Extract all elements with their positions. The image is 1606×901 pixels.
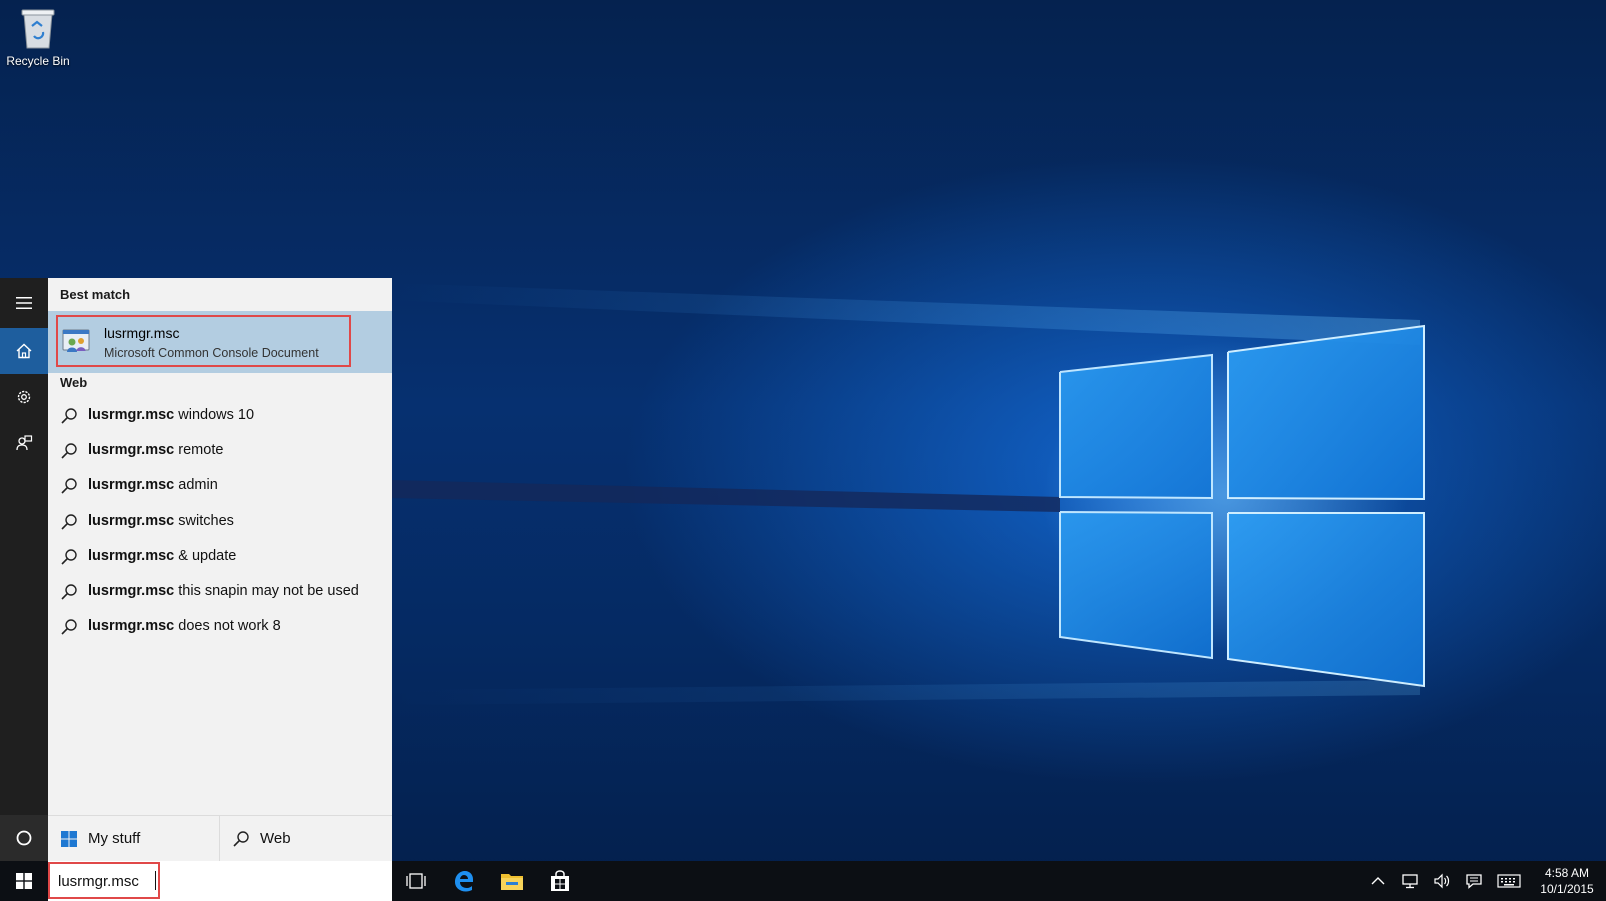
cortana-circle-icon: [16, 830, 32, 846]
web-suggestion-item[interactable]: lusrmgr.msc & update: [48, 539, 392, 575]
action-center-icon: [1466, 874, 1482, 889]
task-view-button[interactable]: [392, 861, 440, 901]
taskbar-clock[interactable]: 4:58 AM 10/1/2015: [1532, 865, 1602, 897]
network-icon: [1402, 874, 1418, 889]
suggestion-query: lusrmgr.msc: [88, 407, 175, 423]
gear-icon: [17, 390, 31, 404]
volume-icon: [1434, 873, 1450, 889]
settings-button[interactable]: [0, 374, 48, 420]
hamburger-menu-icon: [16, 297, 32, 309]
taskbar: 4:58 AM 10/1/2015: [0, 861, 1606, 901]
web-scope-label: Web: [260, 830, 291, 847]
web-suggestion-item[interactable]: lusrmgr.msc switches: [48, 504, 392, 540]
windows-logo-icon: [61, 831, 77, 847]
suggestion-completion: remote: [174, 442, 224, 459]
show-hidden-icons-button[interactable]: [1368, 872, 1388, 890]
desktop-icon-recycle-bin[interactable]: Recycle Bin: [2, 6, 74, 76]
suggestion-completion: switches: [174, 512, 234, 529]
file-explorer-button[interactable]: [488, 861, 536, 901]
suggestion-query: lusrmgr.msc: [88, 477, 175, 494]
web-suggestion-item[interactable]: lusrmgr.msc admin: [48, 468, 392, 504]
suggestion-query: lusrmgr.msc: [88, 583, 175, 599]
search-input[interactable]: [58, 871, 278, 891]
web-suggestion-text: lusrmgr.msc admin: [88, 477, 218, 493]
suggestion-completion: admin: [174, 477, 218, 494]
best-match-header: Best match: [60, 287, 131, 302]
search-icon: [61, 584, 77, 600]
keyboard-icon: [1497, 874, 1521, 888]
my-stuff-button[interactable]: My stuff: [48, 816, 220, 862]
mmc-console-icon: [62, 329, 90, 352]
windows-start-icon: [16, 873, 32, 889]
web-suggestion-text: lusrmgr.msc remote: [88, 442, 223, 458]
suggestion-completion: this snapin may not be used: [174, 583, 359, 599]
suggestion-query: lusrmgr.msc: [88, 512, 175, 529]
best-match-result[interactable]: lusrmgr.msc Microsoft Common Console Doc…: [48, 311, 392, 373]
hamburger-menu-button[interactable]: [0, 280, 48, 326]
suggestion-completion: does not work 8: [174, 618, 281, 635]
suggestion-query: lusrmgr.msc: [88, 547, 175, 564]
best-match-description: Microsoft Common Console Document: [104, 346, 319, 360]
web-suggestion-text: lusrmgr.msc switches: [88, 513, 234, 529]
text-caret: [155, 871, 156, 890]
feedback-icon: [16, 435, 33, 451]
edge-button[interactable]: [440, 861, 488, 901]
suggestion-query: lusrmgr.msc: [88, 442, 175, 459]
suggestion-completion: & update: [174, 547, 237, 564]
clock-date: 10/1/2015: [1540, 882, 1594, 896]
cortana-button[interactable]: [0, 815, 48, 861]
action-center-button[interactable]: [1464, 872, 1484, 890]
home-icon: [16, 343, 32, 359]
store-button[interactable]: [536, 861, 584, 901]
search-icon: [61, 478, 77, 494]
recycle-bin-label: Recycle Bin: [6, 54, 70, 68]
suggestion-query: lusrmgr.msc: [88, 618, 175, 635]
web-suggestion-item[interactable]: lusrmgr.msc remote: [48, 433, 392, 469]
search-icon: [61, 443, 77, 459]
search-scope-bar: My stuff Web: [48, 815, 392, 862]
start-button[interactable]: [0, 861, 48, 901]
touch-keyboard-button[interactable]: [1496, 872, 1522, 890]
suggestion-completion: windows 10: [174, 407, 255, 423]
web-suggestion-text: lusrmgr.msc does not work 8: [88, 618, 281, 634]
search-icon: [61, 619, 77, 635]
taskbar-search-box[interactable]: [48, 861, 392, 901]
web-suggestion-text: lusrmgr.msc this snapin may not be used: [88, 583, 359, 599]
edge-icon: [455, 871, 473, 892]
search-icon: [233, 831, 249, 847]
recycle-bin-icon: [21, 9, 55, 49]
my-stuff-label: My stuff: [88, 830, 141, 847]
best-match-name: lusrmgr.msc: [104, 325, 180, 341]
web-suggestion-item[interactable]: lusrmgr.msc this snapin may not be used: [48, 574, 392, 610]
web-suggestion-text: lusrmgr.msc & update: [88, 548, 236, 564]
clock-time: 4:58 AM: [1544, 866, 1590, 880]
search-results-panel: Best match lusrmgr.msc Microsoft Common …: [48, 278, 392, 862]
search-icon: [61, 408, 77, 424]
web-suggestion-text: lusrmgr.msc windows 10: [88, 407, 254, 423]
web-suggestion-item[interactable]: lusrmgr.msc does not work 8: [48, 609, 392, 645]
search-icon: [61, 513, 77, 530]
web-scope-button[interactable]: Web: [220, 816, 392, 862]
start-side-rail: [0, 278, 48, 861]
network-button[interactable]: [1400, 872, 1420, 890]
file-explorer-icon: [501, 874, 523, 890]
search-icon: [61, 549, 77, 565]
chevron-up-icon: [1371, 877, 1385, 885]
volume-button[interactable]: [1432, 872, 1452, 890]
feedback-button[interactable]: [0, 420, 48, 466]
home-button[interactable]: [0, 328, 48, 374]
task-view-icon: [406, 873, 426, 889]
store-icon: [551, 870, 569, 891]
web-header: Web: [60, 375, 88, 390]
web-suggestion-item[interactable]: lusrmgr.msc windows 10: [48, 398, 392, 434]
